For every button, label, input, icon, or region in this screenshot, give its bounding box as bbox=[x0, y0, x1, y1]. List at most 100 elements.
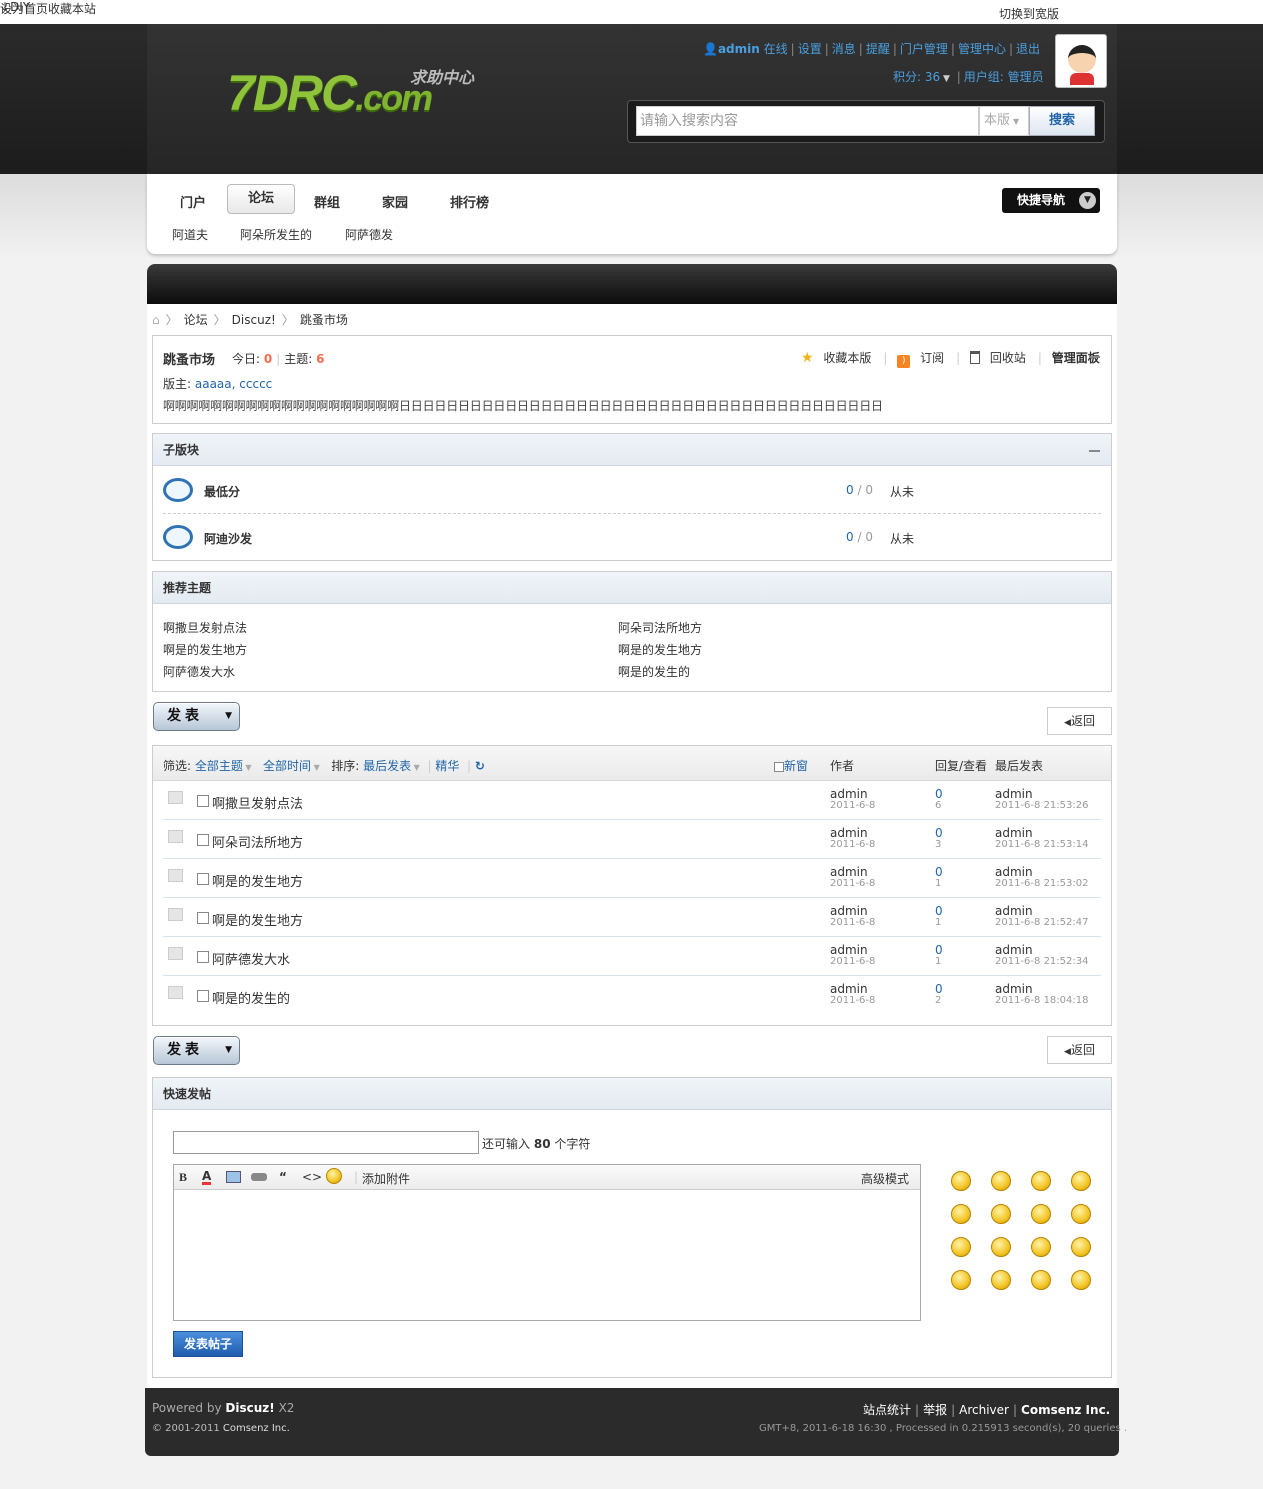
last-post-time[interactable]: 2011-6-8 18:04:18 bbox=[995, 995, 1088, 1007]
subforum-name[interactable]: 最低分 bbox=[204, 483, 240, 500]
bookmark-link[interactable]: 收藏本站 bbox=[48, 2, 96, 16]
submit-post-button[interactable]: 发表帖子 bbox=[173, 1331, 243, 1357]
thread-title[interactable]: 阿萨德发大水 bbox=[212, 949, 290, 968]
points-dropdown[interactable]: 积分: 36 ▼ bbox=[893, 70, 950, 84]
new-window-toggle[interactable]: 新窗 bbox=[774, 757, 808, 774]
nav-home[interactable]: 家园 bbox=[382, 192, 408, 211]
nav-ranking[interactable]: 排行榜 bbox=[450, 192, 489, 211]
quick-nav-button[interactable]: 快捷导航 ▼ bbox=[1002, 188, 1100, 213]
smiley-icon[interactable] bbox=[1031, 1270, 1051, 1290]
back-button[interactable]: ◀返回 bbox=[1047, 707, 1112, 735]
subnav-item[interactable]: 阿朵所发生的 bbox=[240, 226, 312, 243]
smiley-icon[interactable] bbox=[991, 1171, 1011, 1191]
messages-link[interactable]: 消息 bbox=[832, 42, 856, 56]
smiley-icon[interactable] bbox=[951, 1171, 971, 1191]
thread-checkbox[interactable] bbox=[197, 951, 209, 963]
subnav-item[interactable]: 阿道夫 bbox=[172, 226, 208, 243]
smiley-icon[interactable] bbox=[951, 1270, 971, 1290]
last-post-time[interactable]: 2011-6-8 21:53:02 bbox=[995, 878, 1088, 890]
recycle-bin-button[interactable]: 回收站 bbox=[970, 351, 1032, 365]
smiley-icon[interactable] bbox=[991, 1237, 1011, 1257]
digest-filter[interactable]: 精华 bbox=[435, 759, 459, 773]
new-post-button[interactable]: 发表 ▼ bbox=[153, 1036, 240, 1065]
settings-link[interactable]: 设置 bbox=[798, 42, 822, 56]
last-post-time[interactable]: 2011-6-8 21:52:34 bbox=[995, 956, 1088, 968]
discuz-link[interactable]: Discuz! bbox=[225, 1401, 274, 1415]
code-icon[interactable]: <> bbox=[302, 1170, 322, 1184]
diy-button[interactable]: ↓DIY bbox=[0, 0, 30, 14]
thread-checkbox[interactable] bbox=[197, 873, 209, 885]
image-icon[interactable] bbox=[226, 1171, 241, 1183]
report-link[interactable]: 举报 bbox=[923, 1403, 947, 1417]
subnav-item[interactable]: 阿萨德发 bbox=[345, 226, 393, 243]
nav-forum-current[interactable]: 论坛 bbox=[227, 184, 295, 214]
home-icon[interactable]: ⌂ bbox=[152, 313, 160, 327]
smiley-icon[interactable] bbox=[326, 1168, 342, 1184]
manage-panel-button[interactable]: 管理面板 bbox=[1052, 351, 1100, 365]
portal-admin-link[interactable]: 门户管理 bbox=[900, 42, 948, 56]
sort-select[interactable]: 最后发表 ▼ bbox=[363, 759, 420, 773]
admin-center-link[interactable]: 管理中心 bbox=[958, 42, 1006, 56]
quote-icon[interactable]: “ bbox=[279, 1170, 287, 1184]
new-post-button[interactable]: 发表 ▼ bbox=[153, 702, 240, 731]
recommended-link[interactable]: 阿萨德发大水 bbox=[163, 663, 235, 680]
smiley-icon[interactable] bbox=[951, 1237, 971, 1257]
logout-link[interactable]: 退出 bbox=[1016, 42, 1040, 56]
recommended-link[interactable]: 阿朵司法所地方 bbox=[618, 619, 702, 636]
post-title-input[interactable] bbox=[173, 1131, 479, 1154]
smiley-icon[interactable] bbox=[1031, 1204, 1051, 1224]
smiley-icon[interactable] bbox=[1031, 1171, 1051, 1191]
smiley-icon[interactable] bbox=[991, 1204, 1011, 1224]
favorite-forum-button[interactable]: ★ 收藏本版 bbox=[801, 350, 877, 366]
new-window-checkbox[interactable] bbox=[774, 762, 784, 772]
recommended-link[interactable]: 啊是的发生地方 bbox=[618, 641, 702, 658]
thread-checkbox[interactable] bbox=[197, 990, 209, 1002]
subforum-name[interactable]: 阿迪沙发 bbox=[204, 530, 252, 547]
thread-title[interactable]: 啊是的发生的 bbox=[212, 988, 290, 1007]
smiley-icon[interactable] bbox=[1071, 1270, 1091, 1290]
switch-width-link[interactable]: 切换到宽版 bbox=[999, 5, 1059, 22]
breadcrumb-item[interactable]: 论坛 bbox=[184, 313, 208, 327]
site-stats-link[interactable]: 站点统计 bbox=[863, 1403, 911, 1417]
avatar[interactable] bbox=[1055, 34, 1107, 88]
bold-icon[interactable]: B bbox=[179, 1170, 187, 1185]
recommended-link[interactable]: 啊是的发生地方 bbox=[163, 641, 247, 658]
advanced-mode-link[interactable]: 高级模式 bbox=[861, 1170, 909, 1187]
search-input[interactable]: 请输入搜索内容 bbox=[636, 106, 979, 136]
smiley-icon[interactable] bbox=[1071, 1171, 1091, 1191]
thread-checkbox[interactable] bbox=[197, 834, 209, 846]
company-link[interactable]: Comsenz Inc. bbox=[223, 1423, 290, 1434]
online-status[interactable]: 在线 bbox=[764, 42, 788, 56]
search-scope-select[interactable]: 本版 ▼ bbox=[979, 106, 1029, 136]
smiley-icon[interactable] bbox=[951, 1204, 971, 1224]
smiley-icon[interactable] bbox=[1071, 1204, 1091, 1224]
thread-title[interactable]: 啊撒旦发射点法 bbox=[212, 793, 303, 812]
archiver-link[interactable]: Archiver bbox=[959, 1403, 1009, 1417]
username-link[interactable]: admin bbox=[718, 42, 760, 56]
filter-all-time[interactable]: 全部时间 ▼ bbox=[263, 759, 320, 773]
notices-link[interactable]: 提醒 bbox=[866, 42, 890, 56]
site-logo[interactable]: 7DRC.com bbox=[227, 64, 433, 122]
breadcrumb-item[interactable]: Discuz! bbox=[232, 313, 276, 327]
thread-title[interactable]: 啊是的发生地方 bbox=[212, 871, 303, 890]
collapse-icon[interactable] bbox=[1089, 450, 1100, 452]
collapse-icon[interactable] bbox=[1089, 356, 1100, 358]
smiley-icon[interactable] bbox=[1031, 1237, 1051, 1257]
comsenz-link[interactable]: Comsenz Inc. bbox=[1021, 1403, 1110, 1417]
thread-title[interactable]: 阿朵司法所地方 bbox=[212, 832, 303, 851]
filter-all-threads[interactable]: 全部主题 ▼ bbox=[195, 759, 252, 773]
back-button[interactable]: ◀返回 bbox=[1047, 1036, 1112, 1064]
last-post-time[interactable]: 2011-6-8 21:53:26 bbox=[995, 800, 1088, 812]
thread-title[interactable]: 啊是的发生地方 bbox=[212, 910, 303, 929]
user-group-link[interactable]: 用户组: 管理员 bbox=[964, 70, 1044, 84]
link-icon[interactable] bbox=[251, 1173, 267, 1181]
refresh-icon[interactable]: ↻ bbox=[475, 759, 485, 773]
subscribe-button[interactable]: ) 订阅 bbox=[897, 351, 950, 368]
search-button[interactable]: 搜索 bbox=[1029, 106, 1095, 136]
recommended-link[interactable]: 啊撒旦发射点法 bbox=[163, 619, 247, 636]
thread-checkbox[interactable] bbox=[197, 912, 209, 924]
nav-group[interactable]: 群组 bbox=[314, 192, 340, 211]
add-attachment-button[interactable]: 添加附件 bbox=[362, 1170, 410, 1187]
smiley-icon[interactable] bbox=[1071, 1237, 1091, 1257]
last-post-time[interactable]: 2011-6-8 21:52:47 bbox=[995, 917, 1088, 929]
